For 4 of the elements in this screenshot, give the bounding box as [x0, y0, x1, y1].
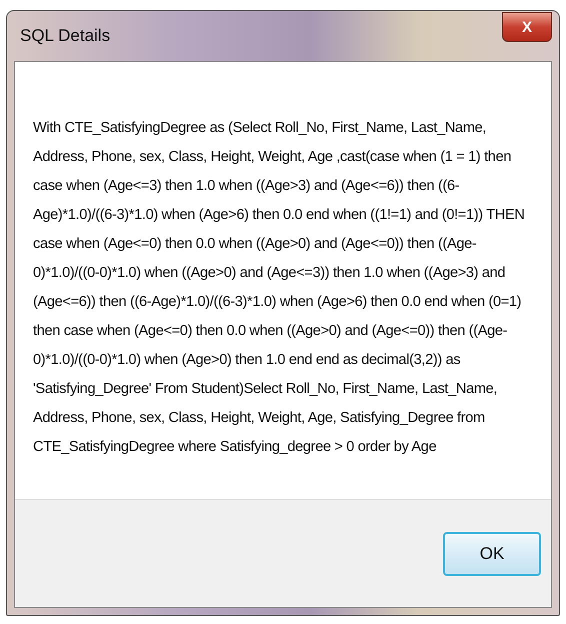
ok-button[interactable]: OK — [443, 532, 541, 576]
close-button[interactable]: X — [502, 12, 552, 42]
sql-query-text: With CTE_SatisfyingDegree as (Select Roll_No, First_Name, Last_Name, Address, Phone, sex, Class, Height, Weight, Age ,cast(case when (1 = 1) then case when (Age<=3) then 1.0 when ((Age>3) and (Age<=6)) then ((6-Age)*1.0)/((6-3)*1.0) when (Age>6) then 0.0 end when ((1!=1) and (0!=1)) THEN case when (Age<=0) then 0.0 when ((Age>0) and (Age<=0)) then ((Age-0)*1.0)/((0-0)*1.0) when ((Age>0) and (Age<=3)) then 1.0 when ((Age>3) and (Age<=6)) then ((6-Age)*1.0)/((6-3)*1.0) when (Age>6) then 0.0 end when (0=1) then case when (Age<=0) then 0.0 when ((Age>0) and (Age<=0)) then ((Age-0)*1.0)/((0-0)*1.0) when (Age>0) then 1.0 end end as decimal(3,2)) as 'Satisfying_Degree' From Student)Select Roll_No, First_Name, Last_Name, Address, Phone, sex, Class, Height, Weight, Age, Satisfying_Degree from CTE_SatisfyingDegree where Satisfying_degree > 0 order by Age — [33, 119, 526, 457]
window-title: SQL Details — [19, 25, 110, 48]
